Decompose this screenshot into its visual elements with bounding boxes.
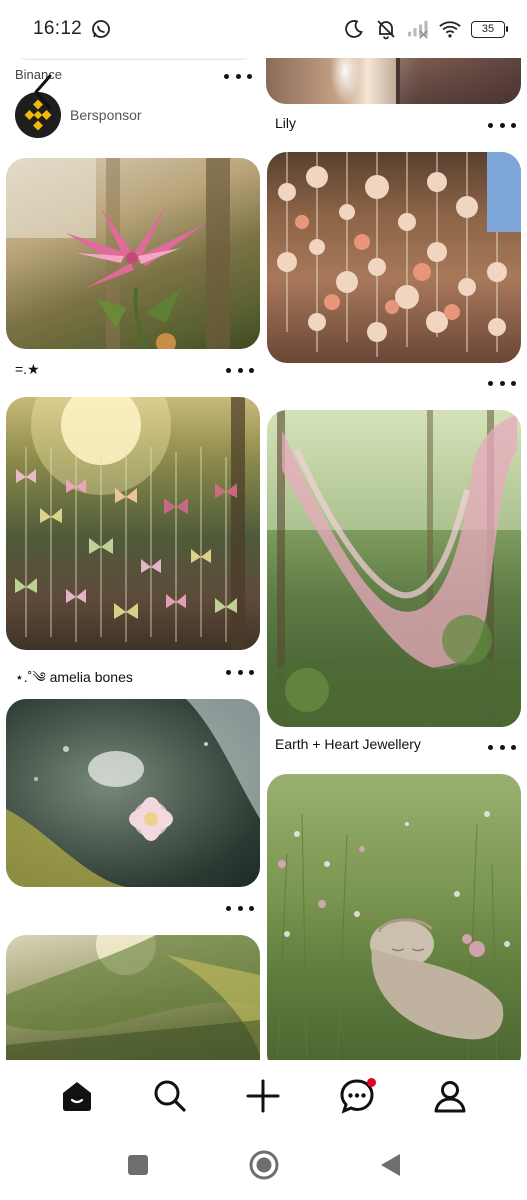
search-icon xyxy=(154,1080,186,1112)
back-button[interactable] xyxy=(28,72,58,112)
more-options-button[interactable] xyxy=(488,119,516,131)
wifi-icon xyxy=(439,18,461,40)
pin-image-pink-lily[interactable] xyxy=(6,158,260,349)
chevron-left-icon xyxy=(34,74,52,110)
bottom-navigation xyxy=(0,1062,527,1130)
status-time: 16:12 xyxy=(33,18,83,39)
more-options-button[interactable] xyxy=(226,902,254,914)
pin-feed[interactable]: Binance Bersponsor Lily =.★ ⋆.˚༄ amelia … xyxy=(0,58,527,1060)
battery-icon: 35 xyxy=(471,20,508,38)
triangle-back-icon xyxy=(380,1154,400,1176)
home-icon xyxy=(62,1082,91,1111)
pink-fabric-forest-illustration xyxy=(267,410,521,727)
pin-image[interactable] xyxy=(266,58,521,104)
recents-button[interactable] xyxy=(120,1147,156,1183)
status-bar: 16:12 35 xyxy=(0,0,527,58)
nav-profile[interactable] xyxy=(428,1074,472,1118)
signal-icon xyxy=(407,18,429,40)
pin-image-pond-flower[interactable] xyxy=(6,699,260,887)
pin-lily[interactable] xyxy=(266,58,521,138)
shell-mobiles-illustration xyxy=(277,152,521,357)
pin-title-lily: Lily xyxy=(275,115,297,131)
more-options-button[interactable] xyxy=(226,364,254,376)
sponsored-label: Bersponsor xyxy=(70,107,142,123)
bell-off-icon xyxy=(375,18,397,40)
create-icon xyxy=(246,1079,280,1113)
pin-title-pink-lily: =.★ xyxy=(15,361,40,377)
pin-title-pink-fabric-forest: Earth + Heart Jewellery xyxy=(275,736,421,752)
garden-statue-illustration xyxy=(277,811,510,1060)
window-frame xyxy=(396,58,521,104)
pin-image-butterfly-suncatcher[interactable] xyxy=(6,397,260,650)
system-navigation xyxy=(0,1130,527,1200)
circle-icon xyxy=(249,1150,278,1180)
home-system-button[interactable] xyxy=(246,1147,282,1183)
more-options-button[interactable] xyxy=(224,70,252,82)
pink-lily-illustration xyxy=(6,158,230,349)
pin-image-sunlit-trees[interactable] xyxy=(6,935,260,1060)
sun-flare xyxy=(330,58,360,104)
nav-messages[interactable] xyxy=(335,1074,379,1118)
nav-home[interactable] xyxy=(55,1074,99,1118)
back-system-button[interactable] xyxy=(372,1147,408,1183)
square-icon xyxy=(127,1155,148,1175)
sponsored-pin-image-edge xyxy=(14,58,254,60)
pond-flower-illustration xyxy=(6,699,260,887)
pin-title-butterfly-suncatcher: ⋆.˚༄ amelia bones xyxy=(15,669,133,685)
nav-search[interactable] xyxy=(148,1074,192,1118)
butterfly-suncatcher-illustration xyxy=(15,397,245,650)
nav-create[interactable] xyxy=(241,1074,285,1118)
more-options-button[interactable] xyxy=(488,741,516,753)
whatsapp-icon xyxy=(90,18,112,40)
moon-icon xyxy=(343,18,365,40)
sunlit-trees-illustration xyxy=(6,935,260,1060)
profile-icon xyxy=(434,1081,466,1113)
pin-image-pink-fabric-forest[interactable] xyxy=(267,410,521,727)
notification-badge xyxy=(366,1078,376,1087)
more-options-button[interactable] xyxy=(226,666,254,678)
pin-image-shell-mobiles[interactable] xyxy=(267,152,521,363)
more-options-button[interactable] xyxy=(488,377,516,389)
pin-image-garden-statue[interactable] xyxy=(267,774,521,1060)
